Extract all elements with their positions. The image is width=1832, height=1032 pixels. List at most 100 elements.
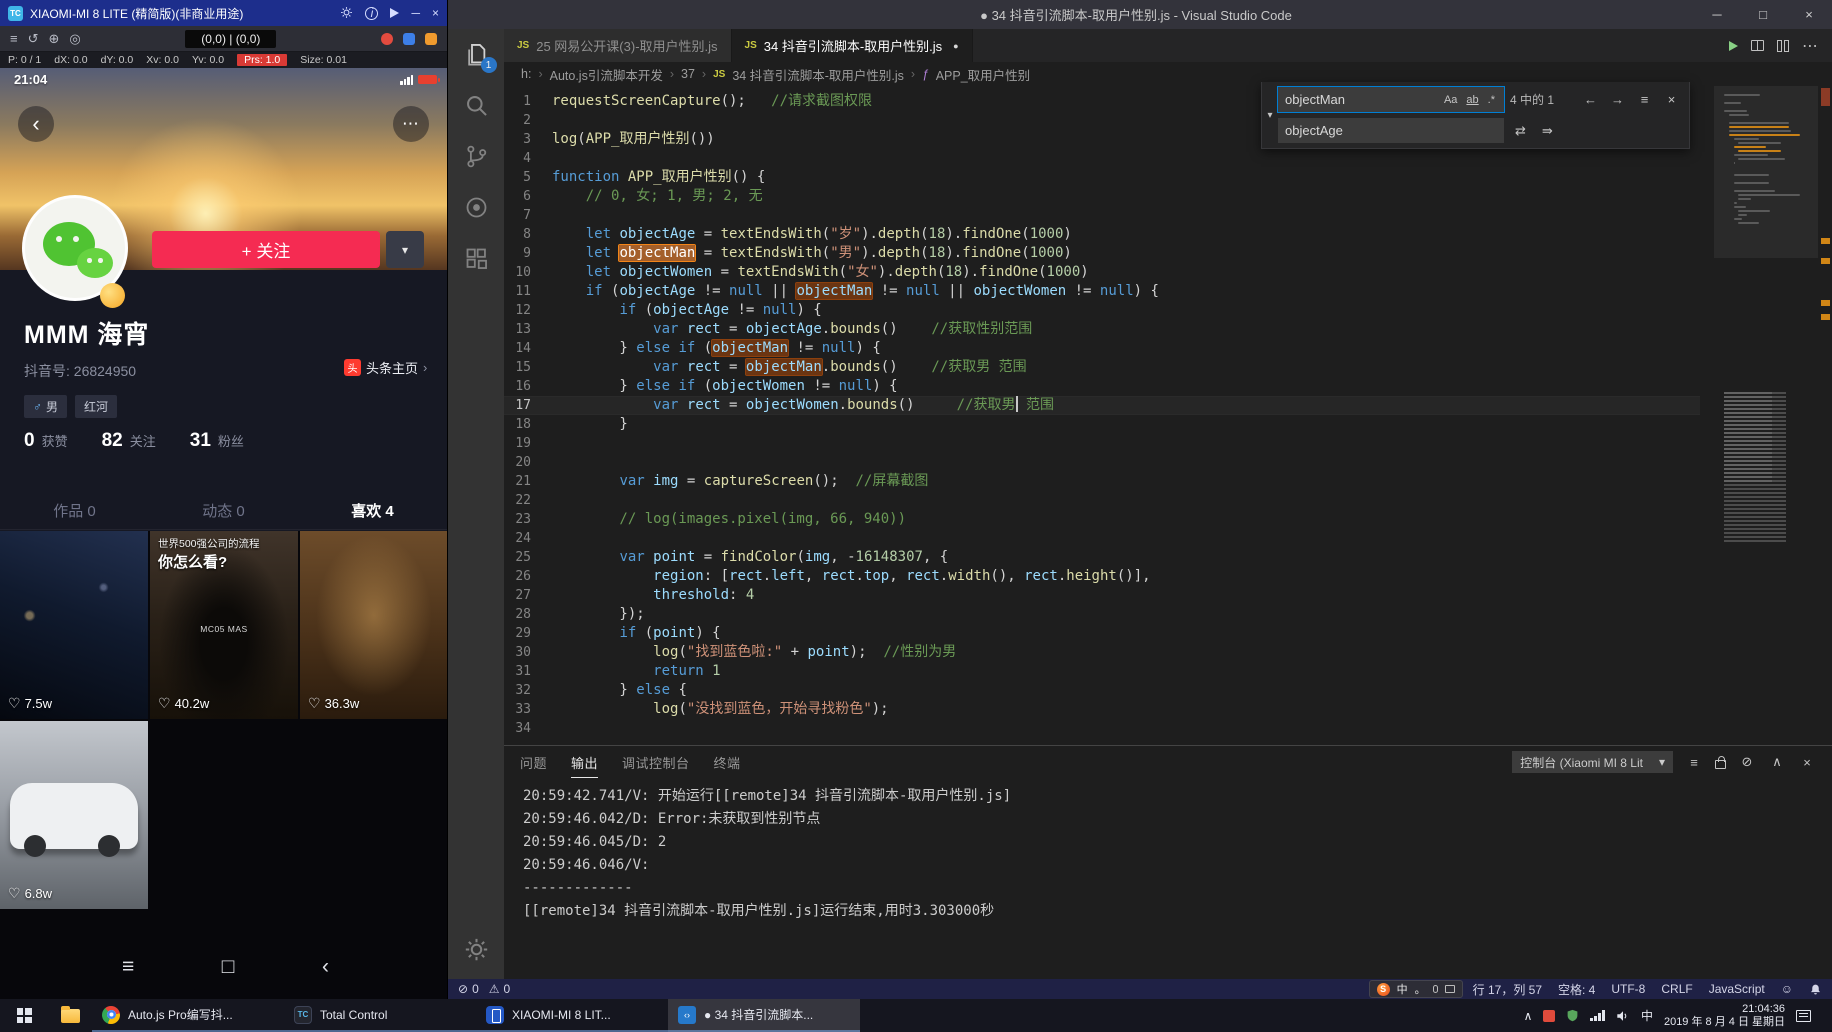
editor-tab[interactable]: JS 25 网易公开课(3)-取用户性别.js [504, 29, 732, 62]
minimize-window-icon[interactable]: ─ [411, 7, 420, 19]
clear-output-icon[interactable]: ⊘ [1738, 754, 1756, 770]
breadcrumb-item[interactable]: APP_取用户性别 [936, 65, 1030, 84]
stat-likes[interactable]: 0获赞 [24, 430, 68, 452]
close-window-icon[interactable]: × [432, 7, 439, 19]
rotate-icon[interactable]: ↺ [28, 32, 39, 45]
code-line[interactable]: 12 if (objectAge != null) { [504, 301, 1700, 320]
mic-icon[interactable] [1433, 985, 1438, 993]
replace-all-button[interactable]: ⇛ [1537, 120, 1558, 141]
info-icon[interactable]: i [365, 7, 378, 20]
stat-following[interactable]: 82关注 [102, 430, 156, 452]
warnings-status[interactable]: ⚠0 [489, 982, 510, 996]
tab-likes[interactable]: 喜欢 4 [298, 492, 447, 529]
more-actions-icon[interactable]: ⋯ [1802, 36, 1818, 56]
match-case-icon[interactable]: Aa [1442, 93, 1459, 107]
code-line[interactable]: 5function APP_取用户性别() { [504, 168, 1700, 187]
target-icon[interactable]: ◎ [69, 32, 80, 45]
panel-tab-output[interactable]: 输出 [571, 746, 598, 778]
toutiao-profile-link[interactable]: 头 头条主页 › [344, 358, 427, 377]
taskbar-app-phone-window[interactable]: XIAOMI-MI 8 LIT... [476, 999, 668, 1032]
split-editor-icon[interactable] [1777, 40, 1789, 52]
panel-tab-debug-console[interactable]: 调试控制台 [622, 746, 690, 778]
phone-window-titlebar[interactable]: TC XIAOMI-MI 8 LITE (精简版)(非商业用途) i ─ × [0, 0, 447, 26]
breadcrumb-item[interactable]: Auto.js引流脚本开发 [550, 65, 663, 84]
taskbar-app-vscode[interactable]: ‹› ● 34 抖音引流脚本... [668, 999, 860, 1032]
code-line[interactable]: 13 var rect = objectAge.bounds() //获取性别范… [504, 320, 1700, 339]
zoom-icon[interactable]: ⊕ [49, 32, 60, 45]
code-line[interactable]: 19 [504, 434, 1700, 453]
settings-icon[interactable] [340, 6, 353, 21]
toggle-replace-button[interactable]: ▾ [1262, 87, 1278, 143]
code-line[interactable]: 10 let objectWomen = textEndsWith("女").d… [504, 263, 1700, 282]
start-button[interactable] [0, 999, 48, 1032]
previous-match-button[interactable]: ← [1580, 89, 1601, 110]
replace-button[interactable]: ⇄ [1510, 120, 1531, 141]
regex-icon[interactable]: .* [1486, 93, 1497, 107]
network-icon[interactable] [1590, 1010, 1605, 1021]
indentation-status[interactable]: 空格: 4 [1558, 981, 1595, 998]
code-line[interactable]: 16 } else if (objectWomen != null) { [504, 377, 1700, 396]
maximize-panel-icon[interactable]: ∧ [1768, 754, 1786, 770]
minimap[interactable] [1714, 86, 1818, 745]
breadcrumb-item[interactable]: h: [521, 67, 531, 81]
screenshot-icon[interactable] [403, 33, 415, 45]
video-thumbnail[interactable]: ♡36.3w [300, 531, 447, 719]
next-match-button[interactable]: → [1607, 89, 1628, 110]
find-input[interactable]: objectMan Aa ab .* [1278, 87, 1504, 112]
feedback-smiley-icon[interactable]: ☺ [1781, 982, 1793, 996]
code-line[interactable]: 15 var rect = objectMan.bounds() //获取男 范… [504, 358, 1700, 377]
breadcrumb-item[interactable]: 37 [681, 67, 695, 81]
find-in-selection-button[interactable]: ≡ [1634, 89, 1655, 110]
code-line[interactable]: 22 [504, 491, 1700, 510]
volume-icon[interactable] [1616, 1009, 1630, 1023]
editor-tab-active[interactable]: JS 34 抖音引流脚本-取用户性别.js ● [732, 29, 973, 62]
code-line[interactable]: 20 [504, 453, 1700, 472]
code-line[interactable]: 24 [504, 529, 1700, 548]
panel-tab-terminal[interactable]: 终端 [714, 746, 741, 778]
code-line[interactable]: 34 [504, 719, 1700, 738]
taskbar-app-total-control[interactable]: TC Total Control [284, 999, 476, 1032]
recents-button[interactable]: ≡ [122, 955, 134, 979]
sogou-ime-bar[interactable]: S 中 。 [1369, 980, 1463, 998]
lock-scroll-icon[interactable] [1715, 760, 1726, 769]
follow-button[interactable]: + 关注 [152, 231, 380, 268]
output-lines[interactable]: 20:59:42.741/V: 开始运行[[remote]34 抖音引流脚本-取… [504, 778, 1832, 923]
menu-icon[interactable]: ≡ [10, 32, 18, 45]
input-language-indicator[interactable]: 中 [1641, 1007, 1653, 1024]
code-line[interactable]: 29 if (point) { [504, 624, 1700, 643]
modified-dot-icon[interactable]: ● [953, 41, 958, 51]
panel-tab-problems[interactable]: 问题 [520, 746, 547, 778]
code-line[interactable]: 27 threshold: 4 [504, 586, 1700, 605]
code-line[interactable]: 30 log("找到蓝色啦:" + point); //性别为男 [504, 643, 1700, 662]
breadcrumb-item[interactable]: 34 抖音引流脚本-取用户性别.js [732, 65, 904, 84]
notifications-bell-icon[interactable] [1809, 983, 1822, 996]
code-line[interactable]: 33 log("没找到蓝色，开始寻找粉色"); [504, 700, 1700, 719]
phone-screen[interactable]: 21:04 ‹ ⋯ + 关注 ▾ MMM 海宵 抖音号: 26824950 头 … [0, 68, 447, 999]
taskbar-app-chrome[interactable]: Auto.js Pro编写抖... [92, 999, 284, 1032]
hidden-icons-chevron[interactable]: ∧ [1524, 1009, 1533, 1023]
code-line[interactable]: 11 if (objectAge != null || objectMan !=… [504, 282, 1700, 301]
video-thumbnail[interactable]: ♡6.8w [0, 721, 148, 909]
code-line[interactable]: 23 // log(images.pixel(img, 66, 940)) [504, 510, 1700, 529]
taskbar-clock[interactable]: 21:04:36 2019 年 8 月 4 日 星期日 [1664, 1003, 1785, 1028]
code-line[interactable]: 17 var rect = objectWomen.bounds() //获取男… [504, 396, 1700, 415]
eol-status[interactable]: CRLF [1661, 982, 1692, 996]
close-panel-icon[interactable]: × [1798, 755, 1816, 770]
code-line[interactable]: 6 // 0, 女; 1, 男; 2, 无 [504, 187, 1700, 206]
close-button[interactable]: × [1786, 0, 1832, 29]
record-icon[interactable] [381, 33, 393, 45]
whole-word-icon[interactable]: ab [1464, 93, 1480, 107]
code-line[interactable]: 7 [504, 206, 1700, 225]
video-thumbnail[interactable]: 世界500强公司的流程 你怎么看? MC05 MAS ♡40.2w [150, 531, 298, 719]
apps-icon[interactable] [425, 33, 437, 45]
code-line[interactable]: 25 var point = findColor(img, -16148307,… [504, 548, 1700, 567]
code-line[interactable]: 28 }); [504, 605, 1700, 624]
language-status[interactable]: JavaScript [1709, 982, 1765, 996]
source-control-icon[interactable] [463, 143, 490, 170]
code-line[interactable]: 21 var img = captureScreen(); //屏幕截图 [504, 472, 1700, 491]
output-channel-select[interactable]: 控制台 (Xiaomi MI 8 Lit ▾ [1512, 751, 1673, 773]
encoding-status[interactable]: UTF-8 [1611, 982, 1645, 996]
code-line[interactable]: 18 } [504, 415, 1700, 434]
debug-icon[interactable] [463, 194, 490, 221]
search-icon[interactable] [463, 92, 490, 119]
